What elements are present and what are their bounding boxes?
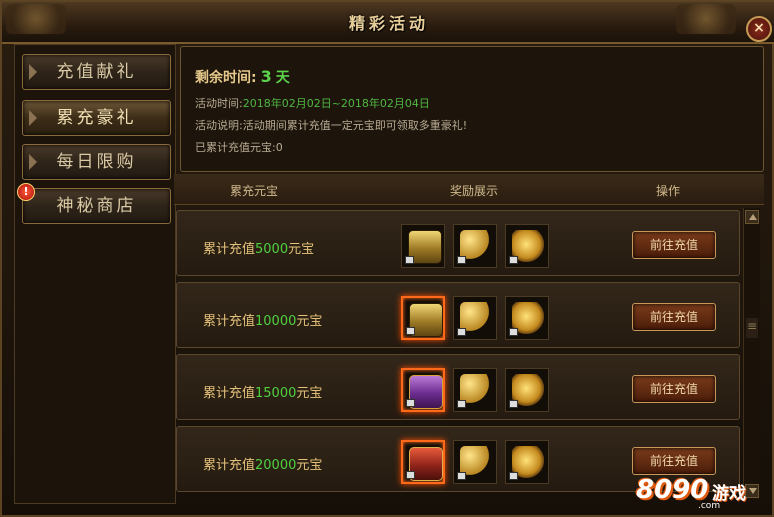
table-row: 累计充值5000元宝 前往充值 (176, 210, 740, 276)
reward-slot[interactable] (453, 224, 497, 268)
row-label: 累计充值15000元宝 (203, 382, 322, 401)
reward-slot[interactable] (505, 224, 549, 268)
arrow-icon (29, 64, 37, 80)
reward-slot[interactable] (401, 296, 445, 340)
total-recharged-value: 0 (275, 141, 283, 154)
bound-lock-icon (457, 256, 466, 264)
watermark-domain: .com (698, 501, 721, 511)
reward-slot[interactable] (401, 224, 445, 268)
reward-slot[interactable] (401, 368, 445, 412)
row-label: 累计充值20000元宝 (203, 454, 322, 473)
total-recharged-label: 已累计充值元宝: (195, 141, 276, 154)
go-recharge-button[interactable]: 前往充值 (632, 375, 716, 403)
activity-description-label: 活动说明: (195, 119, 243, 132)
window-title: 精彩活动 (348, 14, 429, 33)
tab-recharge-gift[interactable]: 充值献礼 (22, 54, 171, 90)
header-action: 操作 (655, 184, 680, 198)
row-label: 累计充值5000元宝 (203, 238, 314, 257)
header-cumulative-yuanbao: 累充元宝 (229, 184, 278, 198)
arrow-icon (29, 110, 37, 126)
tab-daily-limited[interactable]: 每日限购 (22, 144, 171, 180)
bound-lock-icon (509, 328, 518, 336)
total-recharged: 已累计充值元宝:0 (195, 139, 283, 155)
go-recharge-button[interactable]: 前往充值 (632, 231, 716, 259)
bound-lock-icon (457, 400, 466, 408)
bound-lock-icon (509, 256, 518, 264)
remaining-time-unit: 天 (275, 70, 290, 86)
title-bar: 精彩活动 × (2, 2, 774, 44)
bound-lock-icon (509, 472, 518, 480)
row-prefix: 累计充值 (203, 242, 256, 257)
row-suffix: 元宝 (296, 314, 323, 329)
header-reward-display: 奖励展示 (449, 184, 498, 198)
tab-label: 神秘商店 (56, 196, 137, 216)
close-button[interactable]: × (746, 16, 772, 42)
scroll-thumb[interactable] (746, 318, 758, 338)
bound-lock-icon (457, 472, 466, 480)
reward-slot[interactable] (505, 296, 549, 340)
reward-slot[interactable] (401, 440, 445, 484)
table-header: 累充元宝 奖励展示 操作 (174, 174, 764, 205)
bound-lock-icon (457, 328, 466, 336)
table-row: 累计充值10000元宝 前往充值 (176, 282, 740, 348)
activity-description: 活动说明:活动期间累计充值一定元宝即可领取多重豪礼! (195, 117, 467, 133)
row-prefix: 累计充值 (203, 458, 256, 473)
table-row: 累计充值15000元宝 前往充值 (176, 354, 740, 420)
activity-time-label: 活动时间: (195, 97, 243, 110)
row-label: 累计充值10000元宝 (203, 310, 322, 329)
reward-list: 累计充值5000元宝 前往充值 累计充值10000元宝 前往充值 累计充值150… (174, 208, 741, 498)
go-recharge-button[interactable]: 前往充值 (632, 303, 716, 331)
tab-label: 累充豪礼 (56, 108, 137, 128)
activity-time: 活动时间:2018年02月02日~2018年02月04日 (195, 95, 430, 111)
row-suffix: 元宝 (296, 458, 323, 473)
reward-slot[interactable] (453, 440, 497, 484)
alert-badge-icon: ! (17, 183, 35, 201)
game-window: 精彩活动 × 充值献礼 累充豪礼 每日限购 ! 神秘商店 剩余时间: 3 天 活动时… (0, 0, 774, 517)
row-suffix: 元宝 (296, 386, 323, 401)
reward-slot[interactable] (453, 296, 497, 340)
remaining-time-label: 剩余时间: (195, 70, 257, 86)
arrow-icon (29, 154, 37, 170)
bound-lock-icon (509, 400, 518, 408)
row-prefix: 累计充值 (203, 314, 256, 329)
scroll-up-icon[interactable] (745, 210, 759, 224)
row-amount: 5000 (255, 242, 289, 257)
row-amount: 15000 (255, 386, 297, 401)
reward-slot[interactable] (505, 440, 549, 484)
bound-lock-icon (406, 471, 415, 479)
remaining-time-value: 3 (260, 67, 272, 86)
bound-lock-icon (405, 256, 414, 264)
activity-description-value: 活动期间累计充值一定元宝即可领取多重豪礼! (242, 119, 468, 132)
row-amount: 20000 (255, 458, 297, 473)
bound-lock-icon (406, 399, 415, 407)
reward-slot[interactable] (505, 368, 549, 412)
site-watermark: 8090 游戏 .com (636, 471, 764, 511)
bound-lock-icon (406, 327, 415, 335)
reward-slot[interactable] (453, 368, 497, 412)
tab-label: 每日限购 (56, 152, 137, 172)
tab-mystery-shop[interactable]: ! 神秘商店 (17, 183, 171, 224)
remaining-time: 剩余时间: 3 天 (195, 67, 290, 87)
row-amount: 10000 (255, 314, 297, 329)
row-prefix: 累计充值 (203, 386, 256, 401)
tab-cumulative-gift[interactable]: 累充豪礼 (22, 100, 171, 136)
activity-time-value: 2018年02月02日~2018年02月04日 (242, 97, 430, 110)
activity-info-panel: 剩余时间: 3 天 活动时间:2018年02月02日~2018年02月04日 活动说… (180, 46, 764, 172)
tab-label: 充值献礼 (56, 62, 137, 82)
scrollbar[interactable] (743, 208, 760, 500)
row-suffix: 元宝 (288, 242, 315, 257)
